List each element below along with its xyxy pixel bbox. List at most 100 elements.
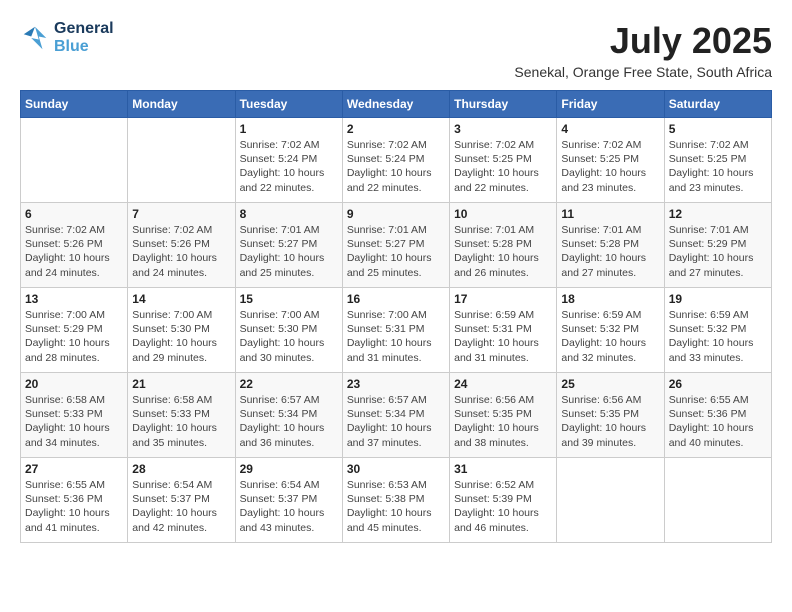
day-number: 7 [132, 207, 230, 221]
day-info: Sunrise: 6:55 AM Sunset: 5:36 PM Dayligh… [25, 478, 123, 535]
calendar-cell: 10 Sunrise: 7:01 AM Sunset: 5:28 PM Dayli… [450, 203, 557, 288]
day-info: Sunrise: 6:58 AM Sunset: 5:33 PM Dayligh… [25, 393, 123, 450]
calendar-cell: 15 Sunrise: 7:00 AM Sunset: 5:30 PM Dayli… [235, 288, 342, 373]
day-info: Sunrise: 6:59 AM Sunset: 5:31 PM Dayligh… [454, 308, 552, 365]
day-info: Sunrise: 6:57 AM Sunset: 5:34 PM Dayligh… [240, 393, 338, 450]
weekday-header: Saturday [664, 91, 771, 118]
calendar-cell: 25Sunrise: 6:56 AM Sunset: 5:35 PM Dayli… [557, 373, 664, 458]
day-number: 14 [132, 292, 230, 306]
calendar-table: SundayMondayTuesdayWednesdayThursdayFrid… [20, 90, 772, 543]
day-info: Sunrise: 7:01 AM Sunset: 5:27 PM Dayligh… [240, 223, 338, 280]
calendar-week-row: 27Sunrise: 6:55 AM Sunset: 5:36 PM Dayli… [21, 458, 772, 543]
day-number: 24 [454, 377, 552, 391]
calendar-header-row: SundayMondayTuesdayWednesdayThursdayFrid… [21, 91, 772, 118]
day-number: 18 [561, 292, 659, 306]
calendar-cell: 7 Sunrise: 7:02 AM Sunset: 5:26 PM Daylig… [128, 203, 235, 288]
day-number: 19 [669, 292, 767, 306]
calendar-cell: 11Sunrise: 7:01 AM Sunset: 5:28 PM Dayli… [557, 203, 664, 288]
day-number: 11 [561, 207, 659, 221]
calendar-cell: 9 Sunrise: 7:01 AM Sunset: 5:27 PM Daylig… [342, 203, 449, 288]
day-number: 9 [347, 207, 445, 221]
day-info: Sunrise: 6:56 AM Sunset: 5:35 PM Dayligh… [454, 393, 552, 450]
calendar-week-row: 6 Sunrise: 7:02 AM Sunset: 5:26 PM Daylig… [21, 203, 772, 288]
day-info: Sunrise: 7:01 AM Sunset: 5:29 PM Dayligh… [669, 223, 767, 280]
day-info: Sunrise: 7:02 AM Sunset: 5:26 PM Dayligh… [132, 223, 230, 280]
calendar-cell [21, 118, 128, 203]
day-number: 23 [347, 377, 445, 391]
calendar-cell: 8 Sunrise: 7:01 AM Sunset: 5:27 PM Daylig… [235, 203, 342, 288]
calendar-cell: 13 Sunrise: 7:00 AM Sunset: 5:29 PM Dayli… [21, 288, 128, 373]
day-info: Sunrise: 7:00 AM Sunset: 5:30 PM Dayligh… [240, 308, 338, 365]
day-info: Sunrise: 7:01 AM Sunset: 5:28 PM Dayligh… [454, 223, 552, 280]
weekday-header: Thursday [450, 91, 557, 118]
weekday-header: Tuesday [235, 91, 342, 118]
day-info: Sunrise: 7:01 AM Sunset: 5:27 PM Dayligh… [347, 223, 445, 280]
day-number: 8 [240, 207, 338, 221]
day-info: Sunrise: 7:02 AM Sunset: 5:25 PM Dayligh… [454, 138, 552, 195]
day-number: 31 [454, 462, 552, 476]
day-info: Sunrise: 6:52 AM Sunset: 5:39 PM Dayligh… [454, 478, 552, 535]
day-number: 20 [25, 377, 123, 391]
day-number: 10 [454, 207, 552, 221]
day-number: 13 [25, 292, 123, 306]
day-number: 17 [454, 292, 552, 306]
logo: General Blue [20, 20, 114, 56]
calendar-cell: 28Sunrise: 6:54 AM Sunset: 5:37 PM Dayli… [128, 458, 235, 543]
day-info: Sunrise: 7:02 AM Sunset: 5:25 PM Dayligh… [561, 138, 659, 195]
weekday-header: Wednesday [342, 91, 449, 118]
calendar-week-row: 20 Sunrise: 6:58 AM Sunset: 5:33 PM Dayli… [21, 373, 772, 458]
day-info: Sunrise: 7:02 AM Sunset: 5:24 PM Dayligh… [347, 138, 445, 195]
day-info: Sunrise: 6:57 AM Sunset: 5:34 PM Dayligh… [347, 393, 445, 450]
day-info: Sunrise: 7:00 AM Sunset: 5:30 PM Dayligh… [132, 308, 230, 365]
title-area: July 2025 Senekal, Orange Free State, So… [514, 20, 772, 80]
day-number: 1 [240, 122, 338, 136]
calendar-cell: 17 Sunrise: 6:59 AM Sunset: 5:31 PM Dayli… [450, 288, 557, 373]
weekday-header: Monday [128, 91, 235, 118]
day-info: Sunrise: 7:00 AM Sunset: 5:31 PM Dayligh… [347, 308, 445, 365]
calendar-cell: 27Sunrise: 6:55 AM Sunset: 5:36 PM Dayli… [21, 458, 128, 543]
logo-text: General Blue [54, 20, 114, 56]
calendar-cell: 14 Sunrise: 7:00 AM Sunset: 5:30 PM Dayli… [128, 288, 235, 373]
day-info: Sunrise: 6:59 AM Sunset: 5:32 PM Dayligh… [669, 308, 767, 365]
calendar-cell: 23 Sunrise: 6:57 AM Sunset: 5:34 PM Dayli… [342, 373, 449, 458]
day-number: 15 [240, 292, 338, 306]
day-number: 26 [669, 377, 767, 391]
calendar-cell: 20 Sunrise: 6:58 AM Sunset: 5:33 PM Dayli… [21, 373, 128, 458]
calendar-cell: 22 Sunrise: 6:57 AM Sunset: 5:34 PM Dayli… [235, 373, 342, 458]
calendar-cell: 19 Sunrise: 6:59 AM Sunset: 5:32 PM Dayli… [664, 288, 771, 373]
day-info: Sunrise: 7:00 AM Sunset: 5:29 PM Dayligh… [25, 308, 123, 365]
day-info: Sunrise: 6:58 AM Sunset: 5:33 PM Dayligh… [132, 393, 230, 450]
day-info: Sunrise: 6:54 AM Sunset: 5:37 PM Dayligh… [240, 478, 338, 535]
location-subtitle: Senekal, Orange Free State, South Africa [514, 64, 772, 80]
calendar-cell: 29 Sunrise: 6:54 AM Sunset: 5:37 PM Dayli… [235, 458, 342, 543]
calendar-cell: 26 Sunrise: 6:55 AM Sunset: 5:36 PM Dayli… [664, 373, 771, 458]
day-info: Sunrise: 6:59 AM Sunset: 5:32 PM Dayligh… [561, 308, 659, 365]
calendar-cell [557, 458, 664, 543]
day-number: 30 [347, 462, 445, 476]
calendar-cell: 16 Sunrise: 7:00 AM Sunset: 5:31 PM Dayli… [342, 288, 449, 373]
calendar-cell: 21 Sunrise: 6:58 AM Sunset: 5:33 PM Dayli… [128, 373, 235, 458]
day-info: Sunrise: 7:02 AM Sunset: 5:24 PM Dayligh… [240, 138, 338, 195]
month-year-title: July 2025 [514, 20, 772, 62]
day-number: 6 [25, 207, 123, 221]
logo-icon [20, 23, 50, 53]
day-number: 3 [454, 122, 552, 136]
calendar-cell: 4Sunrise: 7:02 AM Sunset: 5:25 PM Daylig… [557, 118, 664, 203]
page-header: General Blue July 2025 Senekal, Orange F… [20, 20, 772, 80]
day-number: 21 [132, 377, 230, 391]
day-info: Sunrise: 7:02 AM Sunset: 5:25 PM Dayligh… [669, 138, 767, 195]
day-number: 22 [240, 377, 338, 391]
day-number: 16 [347, 292, 445, 306]
day-info: Sunrise: 6:55 AM Sunset: 5:36 PM Dayligh… [669, 393, 767, 450]
calendar-cell: 31 Sunrise: 6:52 AM Sunset: 5:39 PM Dayli… [450, 458, 557, 543]
calendar-week-row: 13 Sunrise: 7:00 AM Sunset: 5:29 PM Dayli… [21, 288, 772, 373]
calendar-cell: 5Sunrise: 7:02 AM Sunset: 5:25 PM Daylig… [664, 118, 771, 203]
day-number: 29 [240, 462, 338, 476]
day-info: Sunrise: 6:53 AM Sunset: 5:38 PM Dayligh… [347, 478, 445, 535]
day-number: 25 [561, 377, 659, 391]
calendar-cell: 24 Sunrise: 6:56 AM Sunset: 5:35 PM Dayli… [450, 373, 557, 458]
calendar-cell: 18 Sunrise: 6:59 AM Sunset: 5:32 PM Dayli… [557, 288, 664, 373]
calendar-week-row: 1 Sunrise: 7:02 AM Sunset: 5:24 PM Daylig… [21, 118, 772, 203]
day-info: Sunrise: 7:02 AM Sunset: 5:26 PM Dayligh… [25, 223, 123, 280]
day-number: 2 [347, 122, 445, 136]
